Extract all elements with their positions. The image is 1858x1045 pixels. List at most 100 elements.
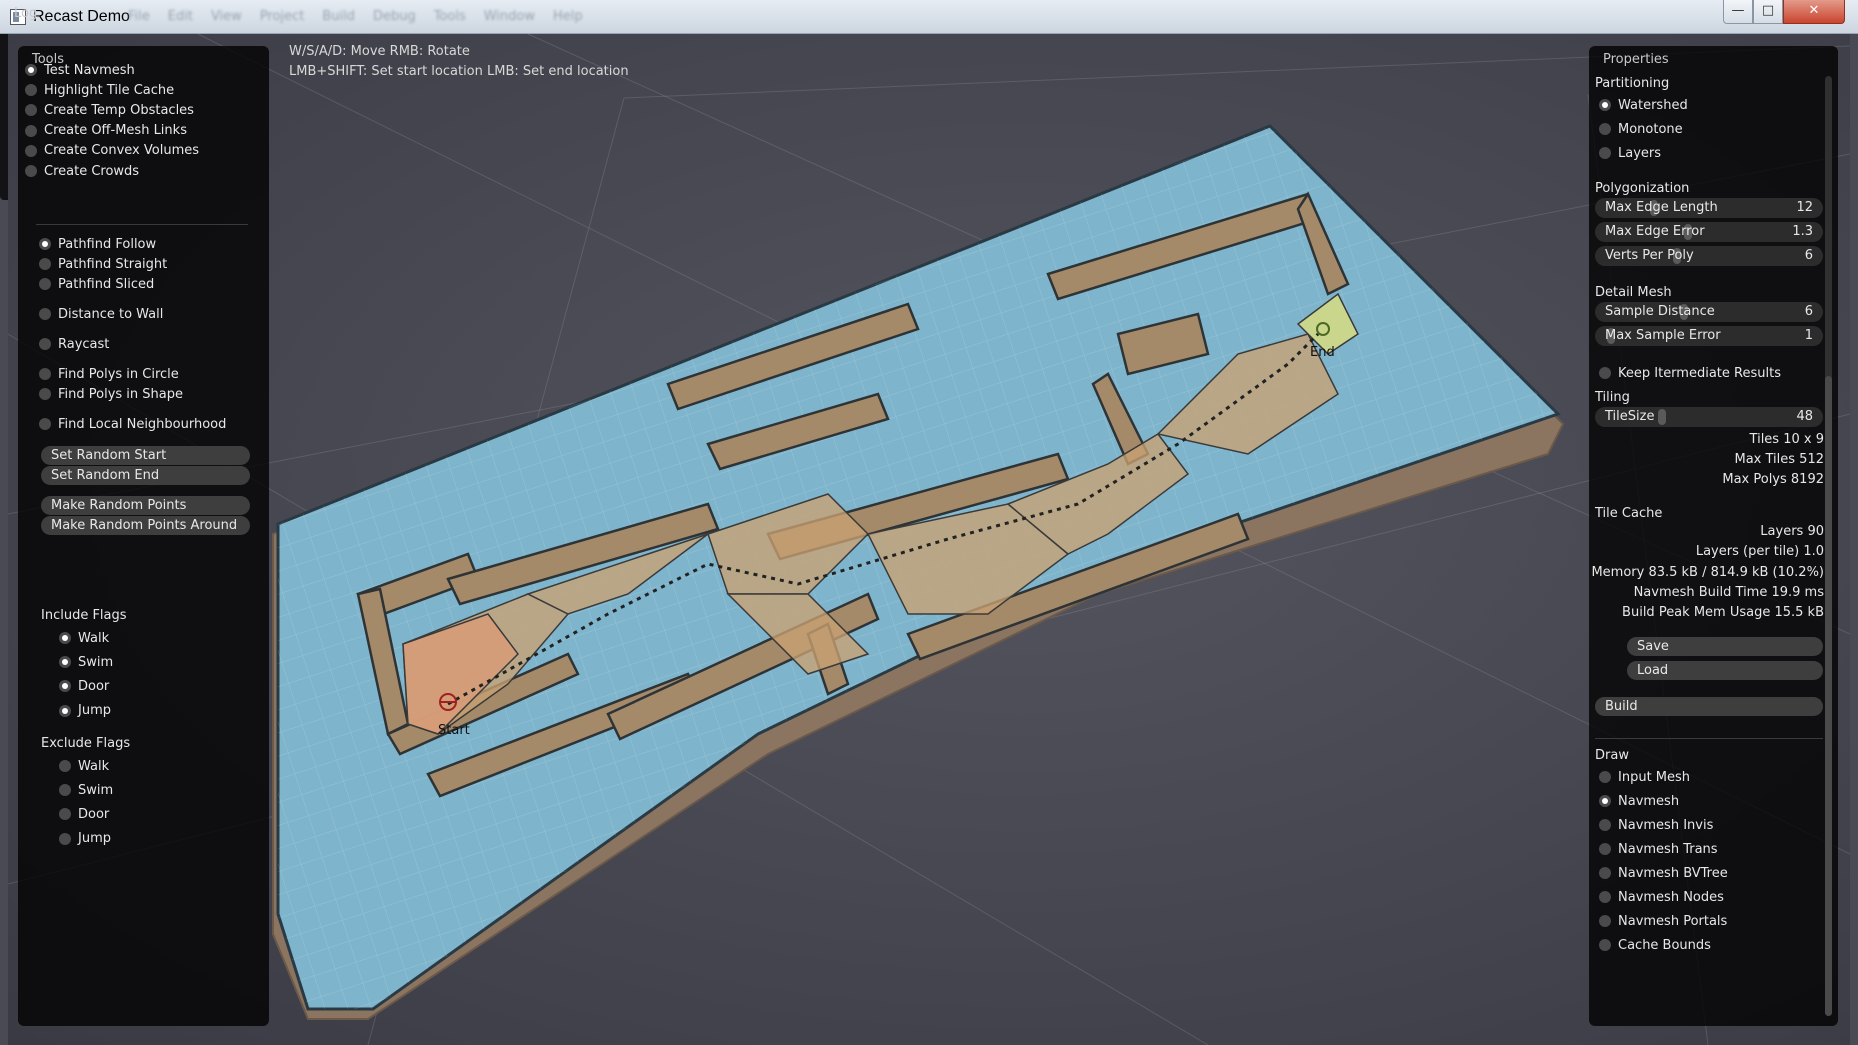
close-button[interactable]: ✕ <box>1783 0 1845 24</box>
draw-option-navmesh[interactable]: Navmesh <box>1599 791 1679 811</box>
build-button[interactable]: Build <box>1595 697 1823 716</box>
include-flag-label: Jump <box>78 703 111 719</box>
menu-item-file[interactable]: File <box>128 9 150 24</box>
radio-indicator <box>39 278 51 290</box>
blurred-menu-bar: File Edit View Project Build Debug Tools Window… <box>128 9 601 24</box>
include-flag-door[interactable]: Door <box>59 676 109 696</box>
tool-mode-highlight-tile-cache[interactable]: Highlight Tile Cache <box>25 80 174 100</box>
tiling-stat: Tiles 10 x 9 <box>1749 432 1824 447</box>
pathfind-mode-label: Pathfind Follow <box>58 236 157 252</box>
pathfind-mode-label: Pathfind Sliced <box>58 276 155 292</box>
pathfind-mode-raycast[interactable]: Raycast <box>39 334 109 354</box>
exclude-flag-walk[interactable]: Walk <box>59 756 109 776</box>
partitioning-option-label: Monotone <box>1618 121 1683 137</box>
draw-option-navmesh-trans[interactable]: Navmesh Trans <box>1599 839 1718 859</box>
pathfind-mode-pathfind-straight[interactable]: Pathfind Straight <box>39 254 167 274</box>
tool-mode-create-crowds[interactable]: Create Crowds <box>25 161 139 181</box>
include-flag-walk[interactable]: Walk <box>59 628 109 648</box>
maximize-button[interactable]: □ <box>1753 0 1783 24</box>
include-flag-swim[interactable]: Swim <box>59 652 113 672</box>
radio-selected-indicator <box>39 238 51 250</box>
draw-option-cache-bounds[interactable]: Cache Bounds <box>1599 935 1711 955</box>
radio-selected-indicator <box>25 64 37 76</box>
save-button[interactable]: Save <box>1627 637 1823 656</box>
help-text-locations: LMB+SHIFT: Set start location LMB: Set e… <box>289 64 629 79</box>
radio-indicator <box>25 144 37 157</box>
detail-mesh-max-sample-error-slider[interactable]: Max Sample Error 1 <box>1595 326 1823 346</box>
partitioning-option-watershed[interactable]: Watershed <box>1599 95 1688 115</box>
tiling-title: Tiling <box>1595 390 1630 405</box>
set-random-start-button[interactable]: Set Random Start <box>41 446 250 465</box>
partitioning-option-layers[interactable]: Layers <box>1599 143 1661 163</box>
draw-option-label: Navmesh BVTree <box>1618 865 1728 881</box>
pathfind-mode-find-local-neighbourhood[interactable]: Find Local Neighbourhood <box>39 414 226 434</box>
radio-selected-indicator <box>1599 795 1611 807</box>
tilesize-slider[interactable]: TileSize 48 <box>1595 407 1823 427</box>
start-label: Start <box>438 723 470 738</box>
radio-indicator <box>1599 915 1611 927</box>
draw-option-navmesh-nodes[interactable]: Navmesh Nodes <box>1599 887 1724 907</box>
draw-option-navmesh-bvtree[interactable]: Navmesh BVTree <box>1599 863 1728 883</box>
tile-cache-stat: Navmesh Build Time 19.9 ms <box>1633 584 1824 600</box>
keep-intermediate-label: Keep Itermediate Results <box>1618 365 1781 381</box>
tool-mode-create-convex-volumes[interactable]: Create Convex Volumes <box>25 141 199 161</box>
tool-mode-create-temp-obstacles[interactable]: Create Temp Obstacles <box>25 100 194 120</box>
exclude-flag-door[interactable]: Door <box>59 804 109 824</box>
exclude-flag-label: Door <box>78 806 110 822</box>
radio-selected-indicator <box>59 704 71 717</box>
tool-mode-label: Create Crowds <box>44 163 140 179</box>
tilesize-value: 48 <box>1796 409 1813 424</box>
pathfind-mode-label: Find Polys in Shape <box>58 386 183 402</box>
tool-mode-create-off-mesh-links[interactable]: Create Off-Mesh Links <box>25 121 187 141</box>
menu-item-build[interactable]: Build <box>322 9 355 24</box>
draw-option-navmesh-invis[interactable]: Navmesh Invis <box>1599 815 1713 835</box>
tilesize-label: TileSize <box>1605 409 1655 424</box>
draw-option-navmesh-portals[interactable]: Navmesh Portals <box>1599 911 1727 931</box>
navmesh-scene[interactable]: Start End <box>8 34 1850 1045</box>
keep-intermediate-checkbox[interactable]: Keep Itermediate Results <box>1599 363 1781 383</box>
tile-cache-stat: Layers (per tile) 1.0 <box>1695 544 1824 560</box>
menu-item-tools[interactable]: Tools <box>434 9 466 24</box>
pathfind-mode-find-polys-in-circle[interactable]: Find Polys in Circle <box>39 364 179 384</box>
exclude-flag-swim[interactable]: Swim <box>59 780 113 800</box>
slider-label: Max Edge Length <box>1605 200 1718 215</box>
pathfind-mode-find-polys-in-shape[interactable]: Find Polys in Shape <box>39 384 183 404</box>
checkbox-indicator <box>1599 367 1611 379</box>
menu-item-help[interactable]: Help <box>553 9 583 24</box>
pathfind-mode-label: Distance to Wall <box>58 306 164 322</box>
menu-item-window[interactable]: Window <box>484 9 535 24</box>
pathfind-mode-distance-to-wall[interactable]: Distance to Wall <box>39 304 163 324</box>
radio-indicator <box>39 368 51 380</box>
set-random-end-button[interactable]: Set Random End <box>41 466 250 485</box>
exclude-flag-jump[interactable]: Jump <box>59 829 111 849</box>
draw-option-input-mesh[interactable]: Input Mesh <box>1599 767 1690 787</box>
properties-scrollbar[interactable] <box>1825 76 1832 1016</box>
detail-mesh-sample-distance-slider[interactable]: Sample Distance 6 <box>1595 302 1823 322</box>
properties-panel: Properties Partitioning Watershed Monoton… <box>1589 46 1838 1026</box>
polygonization-verts-per-poly-slider[interactable]: Verts Per Poly 6 <box>1595 246 1823 266</box>
polygonization-max-edge-length-slider[interactable]: Max Edge Length 12 <box>1595 198 1823 218</box>
tool-mode-label: Create Off-Mesh Links <box>44 123 187 139</box>
3d-viewport[interactable]: Start End <box>8 34 1850 1045</box>
include-flag-jump[interactable]: Jump <box>59 701 111 721</box>
menu-item-project[interactable]: Project <box>260 9 304 24</box>
pathfind-mode-pathfind-follow[interactable]: Pathfind Follow <box>39 234 156 254</box>
properties-scrollbar-thumb[interactable] <box>1825 376 1832 1016</box>
polygonization-max-edge-error-slider[interactable]: Max Edge Error 1.3 <box>1595 222 1823 242</box>
tool-mode-test-navmesh[interactable]: Test Navmesh <box>25 60 135 80</box>
radio-indicator <box>59 784 71 797</box>
slider-value: 6 <box>1804 304 1813 319</box>
menu-item-debug[interactable]: Debug <box>373 9 416 24</box>
pathfind-mode-pathfind-sliced[interactable]: Pathfind Sliced <box>39 274 154 294</box>
draw-option-label: Input Mesh <box>1618 769 1691 785</box>
exclude-flag-label: Swim <box>78 782 114 798</box>
make-random-points-button[interactable]: Make Random Points <box>41 496 250 515</box>
minimize-button[interactable]: — <box>1723 0 1753 24</box>
make-random-points-around-button[interactable]: Make Random Points Around <box>41 516 250 535</box>
tilesize-slider-knob[interactable] <box>1658 409 1667 425</box>
partitioning-option-monotone[interactable]: Monotone <box>1599 119 1683 139</box>
menu-item-view[interactable]: View <box>211 9 242 24</box>
menu-item-edit[interactable]: Edit <box>168 9 193 24</box>
tool-mode-label: Highlight Tile Cache <box>44 82 175 98</box>
load-button[interactable]: Load <box>1627 661 1823 680</box>
